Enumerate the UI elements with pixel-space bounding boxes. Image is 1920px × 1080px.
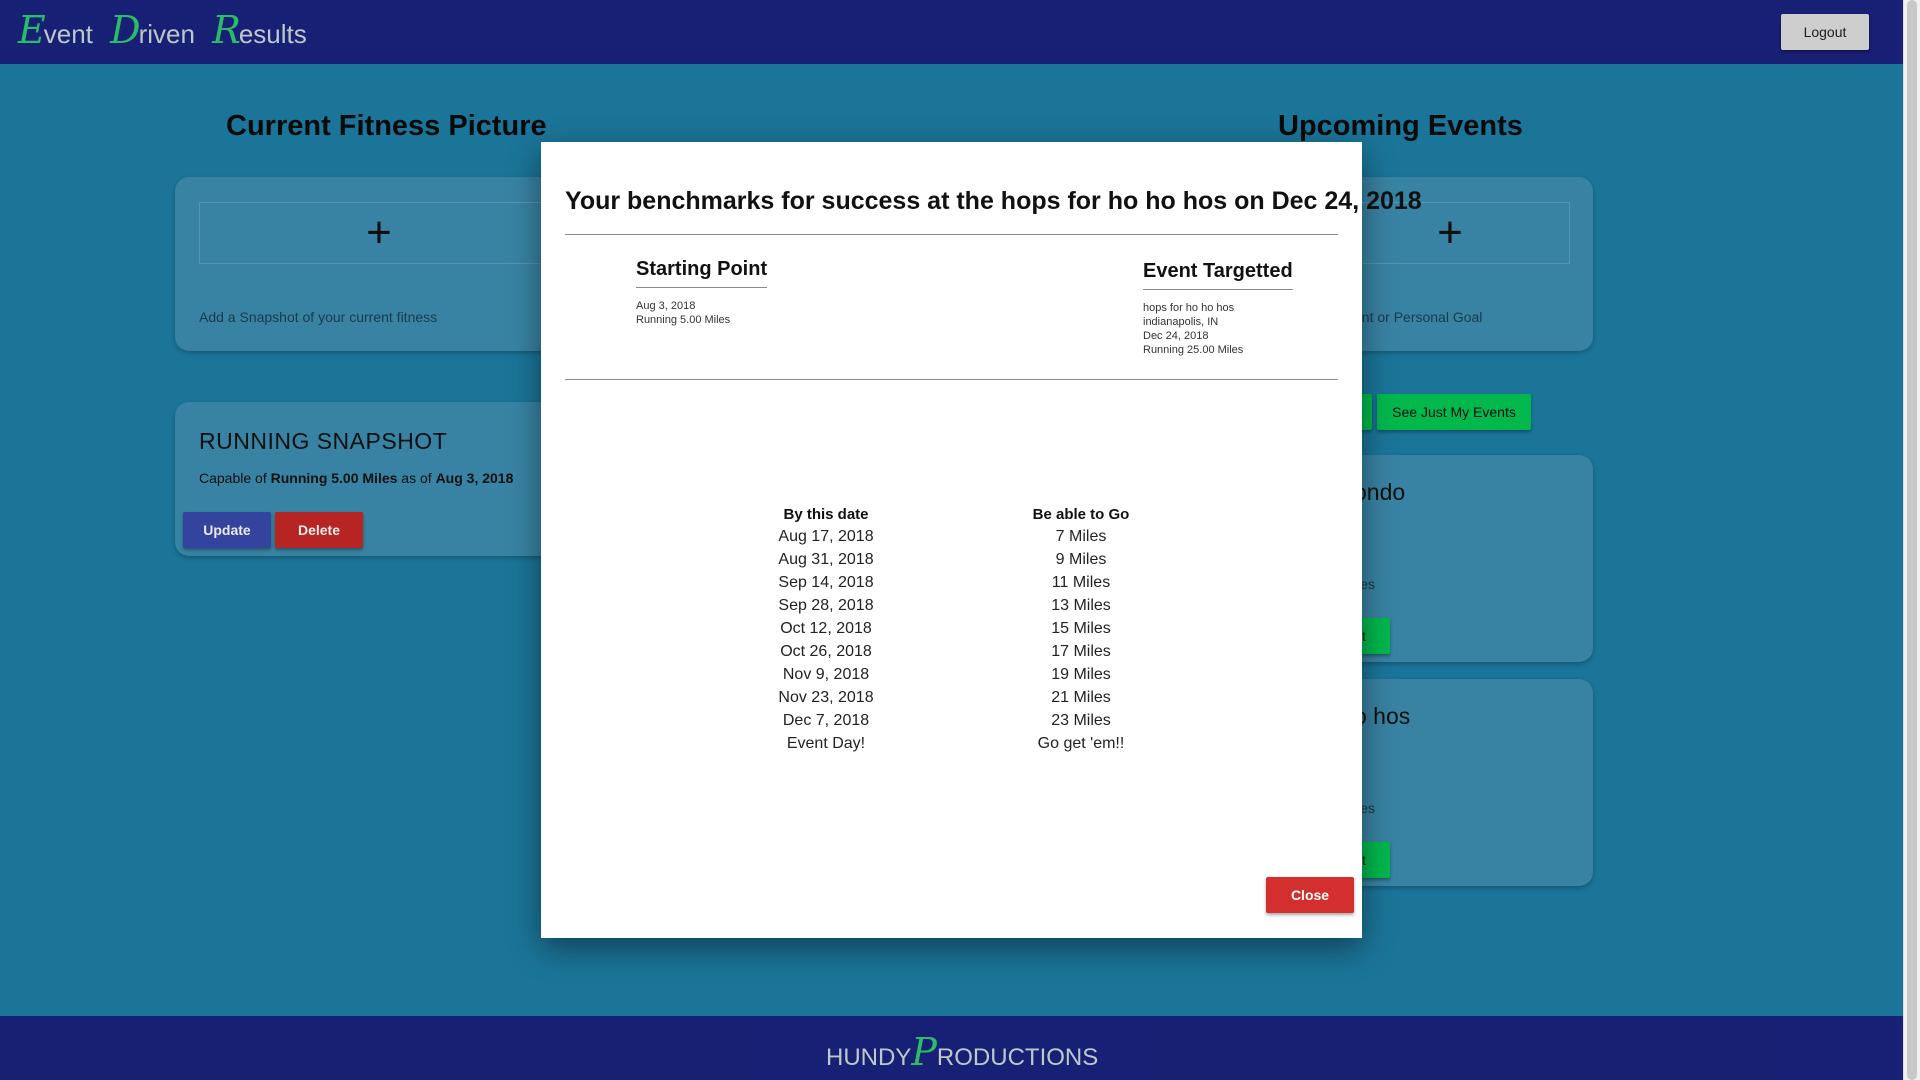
schedule-row-goal: 11 Miles <box>1051 574 1111 591</box>
schedule-row-goal: 9 Miles <box>1055 551 1107 568</box>
target-event-name: hops for ho ho hos <box>1143 302 1235 314</box>
schedule-row-goal: 17 Miles <box>1051 643 1111 660</box>
schedule-row-date: Nov 23, 2018 <box>778 689 874 706</box>
schedule-row-date: Aug 17, 2018 <box>778 528 874 545</box>
starting-date: Aug 3, 2018 <box>636 300 696 312</box>
close-button[interactable]: Close <box>1266 877 1354 913</box>
divider <box>565 234 1338 235</box>
page-scrollbar[interactable] <box>1903 0 1920 1080</box>
starting-activity: Running 5.00 Miles <box>636 314 731 326</box>
target-date: Dec 24, 2018 <box>1143 330 1209 342</box>
schedule-row-goal: 23 Miles <box>1051 712 1111 729</box>
schedule-date-header: By this date <box>783 506 869 523</box>
schedule-row-goal: 13 Miles <box>1051 597 1111 614</box>
schedule-goal-header: Be able to Go <box>1032 506 1130 523</box>
schedule-row-goal: 15 Miles <box>1051 620 1111 637</box>
schedule-row-goal: 7 Miles <box>1055 528 1107 545</box>
target-activity: Running 25.00 Miles <box>1143 344 1244 356</box>
schedule-row-goal: 19 Miles <box>1051 666 1111 683</box>
modal-title: Your benchmarks for success at the hops … <box>565 187 1422 215</box>
schedule-row-goal: 21 Miles <box>1051 689 1111 706</box>
target-location: indianapolis, IN <box>1143 316 1219 328</box>
schedule-row-date: Sep 14, 2018 <box>778 574 874 591</box>
divider <box>565 379 1338 380</box>
schedule-row-date: Event Day! <box>786 735 866 752</box>
schedule-row-date: Sep 28, 2018 <box>778 597 874 614</box>
schedule-row-goal: Go get 'em!! <box>1037 735 1125 752</box>
schedule-row-date: Aug 31, 2018 <box>778 551 874 568</box>
schedule-row-date: Dec 7, 2018 <box>782 712 870 729</box>
event-targetted-heading: Event Targetted <box>1143 260 1293 290</box>
schedule-row-date: Oct 26, 2018 <box>780 643 872 660</box>
schedule-row-date: Nov 9, 2018 <box>782 666 870 683</box>
schedule-row-date: Oct 12, 2018 <box>780 620 872 637</box>
starting-point-heading: Starting Point <box>636 258 768 288</box>
benchmarks-modal: Your benchmarks for success at the hops … <box>541 142 1422 938</box>
scrollbar-thumb[interactable] <box>1907 0 1917 1080</box>
